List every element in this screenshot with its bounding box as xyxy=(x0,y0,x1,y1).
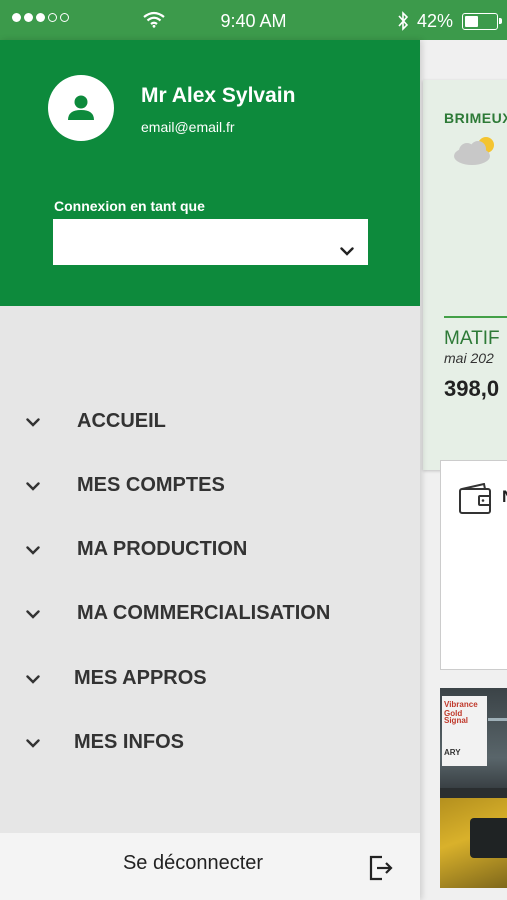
chevron-down-icon xyxy=(340,247,354,256)
user-email: email@email.fr xyxy=(141,119,235,135)
chevron-down-icon xyxy=(26,546,40,555)
menu-item-mes-infos[interactable]: MES INFOS xyxy=(0,719,420,767)
menu-item-ma-production[interactable]: MA PRODUCTION xyxy=(0,526,420,574)
menu-item-label: MES COMPTES xyxy=(77,474,225,496)
drawer-header: Mr Alex Sylvain email@email.fr Connexion… xyxy=(0,40,420,306)
weather-city: BRIMEUX xyxy=(444,110,507,126)
menu-item-mes-appros[interactable]: MES APPROS xyxy=(0,655,420,703)
logout-button[interactable]: Se déconnecter xyxy=(0,833,420,900)
connexion-select[interactable] xyxy=(53,219,368,265)
news-photo-card[interactable]: Vibrance Gold Signal ARY xyxy=(440,688,507,888)
matif-label: MATIF xyxy=(444,328,500,349)
menu-item-label: MA PRODUCTION xyxy=(77,538,248,560)
avatar[interactable] xyxy=(48,75,114,141)
brand-sign: Vibrance Gold Signal ARY xyxy=(442,696,487,766)
logout-icon xyxy=(369,855,393,881)
wallet-icon xyxy=(458,482,492,520)
status-bar: 9:40 AM 42% xyxy=(0,0,507,40)
main-content: BRIMEUX MATIF mai 202 398,0 N xyxy=(420,40,507,900)
user-icon xyxy=(68,95,94,120)
logout-label: Se déconnecter xyxy=(122,852,264,874)
chevron-down-icon xyxy=(26,610,40,619)
menu-item-label: MES INFOS xyxy=(74,731,185,753)
menu-item-label: MA COMMERCIALISATION xyxy=(77,602,331,624)
chevron-down-icon xyxy=(26,675,40,684)
user-name: Mr Alex Sylvain xyxy=(141,84,296,107)
battery-percent: 42% xyxy=(417,11,454,31)
menu-item-accueil[interactable]: ACCUEIL xyxy=(0,398,420,446)
matif-date: mai 202 xyxy=(444,350,494,366)
menu-item-label: ACCUEIL xyxy=(77,410,166,432)
matif-value: 398,0 xyxy=(444,376,500,401)
menu-item-label: MES APPROS xyxy=(74,667,207,689)
chevron-down-icon xyxy=(26,739,40,748)
menu-item-ma-commercialisation[interactable]: MA COMMERCIALISATION xyxy=(0,590,420,638)
menu-item-mes-comptes[interactable]: MES COMPTES xyxy=(0,462,420,510)
battery-icon xyxy=(462,13,502,30)
bluetooth-icon xyxy=(397,11,409,36)
chevron-down-icon xyxy=(26,418,40,427)
connexion-label: Connexion en tant que xyxy=(54,198,205,214)
chevron-down-icon xyxy=(26,482,40,491)
weather-card[interactable]: BRIMEUX MATIF mai 202 398,0 xyxy=(423,80,507,470)
machine-image xyxy=(440,798,507,888)
wallet-title: N xyxy=(502,487,507,507)
navigation-drawer: Mr Alex Sylvain email@email.fr Connexion… xyxy=(0,40,420,900)
battery-fill xyxy=(465,16,478,27)
wallet-card[interactable]: N xyxy=(440,460,507,670)
partly-cloudy-icon xyxy=(450,133,500,172)
